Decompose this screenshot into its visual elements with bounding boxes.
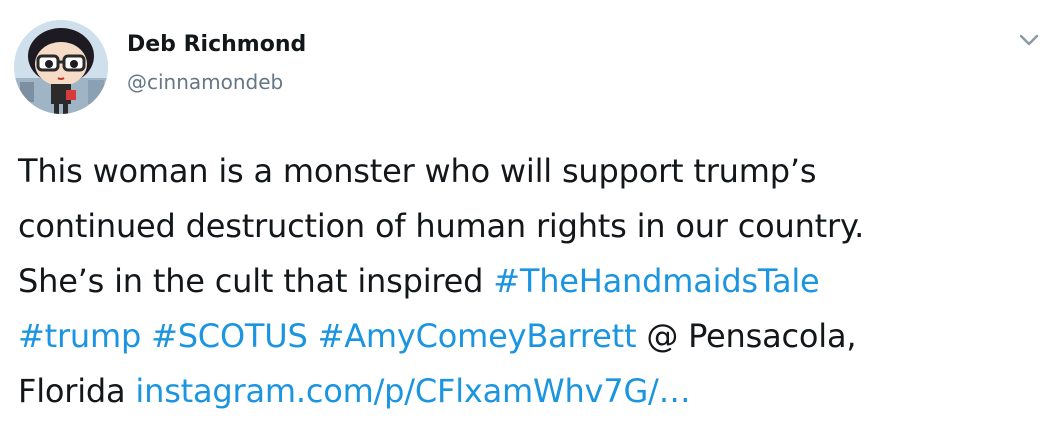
tweet-text-segment: This woman is a monster who will support… xyxy=(18,152,817,190)
author-name[interactable]: Deb Richmond xyxy=(127,31,306,59)
url-link[interactable]: instagram.com/p/CFlxamWhv7G/… xyxy=(135,372,690,410)
tweet-text-segment xyxy=(308,317,318,355)
chevron-down-icon[interactable] xyxy=(1016,30,1042,50)
tweet-card: Deb Richmond @cinnamondeb This woman is … xyxy=(0,0,1052,431)
author-handle[interactable]: @cinnamondeb xyxy=(127,68,283,96)
tweet-text-segment: Florida xyxy=(18,372,136,410)
tweet-text-line: #trump #SCOTUS #AmyComeyBarrett @ Pensac… xyxy=(18,309,1043,364)
tweet-text-segment: @ Pensacola, xyxy=(636,317,857,355)
tweet-text-segment xyxy=(141,317,151,355)
avatar[interactable] xyxy=(14,20,108,114)
avatar-image xyxy=(14,20,108,114)
hashtag-link[interactable]: #SCOTUS xyxy=(151,317,308,355)
tweet-text: This woman is a monster who will support… xyxy=(18,144,1043,419)
tweet-text-segment: continued destruction of human rights in… xyxy=(18,207,865,245)
tweet-text-line: Florida instagram.com/p/CFlxamWhv7G/… xyxy=(18,364,1043,419)
hashtag-link[interactable]: #TheHandmaidsTale xyxy=(493,262,819,300)
tweet-text-line: She’s in the cult that inspired #TheHand… xyxy=(18,254,1043,309)
tweet-text-line: This woman is a monster who will support… xyxy=(18,144,1043,199)
hashtag-link[interactable]: #AmyComeyBarrett xyxy=(318,317,637,355)
tweet-text-segment: She’s in the cult that inspired xyxy=(18,262,494,300)
tweet-text-line: continued destruction of human rights in… xyxy=(18,199,1043,254)
hashtag-link[interactable]: #trump xyxy=(18,317,141,355)
